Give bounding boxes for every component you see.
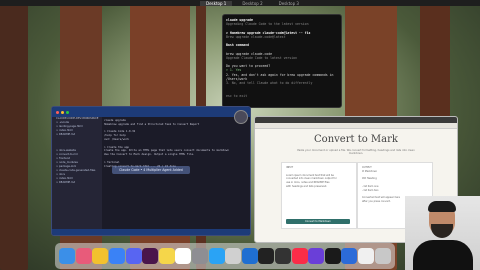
- safari-icon[interactable]: [208, 248, 225, 264]
- finder-icon[interactable]: [59, 248, 76, 264]
- vscode-explorer: CLAUDE-CODE-DEV-WORKSPACE > .vscode > la…: [52, 117, 102, 229]
- quicktime-icon[interactable]: [324, 248, 341, 264]
- terminal-window[interactable]: claude upgrade Upgrading Claude Code to …: [222, 14, 342, 108]
- preview-icon[interactable]: [225, 248, 242, 264]
- presenter-body: [413, 240, 473, 270]
- panel-line: with headings and lists preserved.: [286, 184, 328, 188]
- vscode-statusbar: [52, 229, 250, 235]
- agent-notification: Claude Code • 4 Multiplier Agent Added: [112, 166, 190, 174]
- chrome-icon[interactable]: [92, 248, 109, 264]
- maximize-icon[interactable]: [66, 110, 69, 114]
- calendar-icon[interactable]: [175, 248, 192, 264]
- tree-trunk: [0, 0, 28, 270]
- trash-icon[interactable]: [374, 248, 391, 264]
- discord-icon[interactable]: [125, 248, 142, 264]
- presenter-beard: [431, 224, 453, 238]
- space-tab-1[interactable]: Desktop 1: [200, 0, 233, 6]
- address-bar[interactable]: [255, 123, 457, 129]
- avatar[interactable]: [234, 110, 248, 124]
- page-title: Convert to Mark: [314, 134, 398, 145]
- minimize-icon[interactable]: [61, 110, 64, 114]
- launchpad-icon[interactable]: [75, 248, 92, 264]
- screen-record-icon[interactable]: [308, 248, 325, 264]
- dock: [55, 243, 395, 269]
- vscode-icon[interactable]: [241, 248, 258, 264]
- vscode-titlebar: [52, 107, 250, 117]
- slack-icon[interactable]: [142, 248, 159, 264]
- settings-icon[interactable]: [192, 248, 209, 264]
- terminal-icon[interactable]: [258, 248, 275, 264]
- presenter-hair: [428, 201, 456, 212]
- terminal-output: claude upgrade Upgrading Claude Code to …: [223, 15, 341, 98]
- mission-control-bar: Desktop 1 Desktop 2 Desktop 3: [0, 0, 480, 6]
- terminal-line: esc to exit: [226, 93, 248, 98]
- mail-icon[interactable]: [109, 248, 126, 264]
- music-icon[interactable]: [291, 248, 308, 264]
- unity-icon[interactable]: [357, 248, 374, 264]
- explorer-item[interactable]: > README.md: [52, 181, 102, 185]
- page-subtitle: Paste your document or upload a file. We…: [297, 149, 415, 155]
- input-panel[interactable]: INPUT Lorem ipsum document text that wil…: [281, 162, 357, 229]
- notes-icon[interactable]: [158, 248, 175, 264]
- capture-icon[interactable]: [341, 248, 358, 264]
- audio-icon[interactable]: [275, 248, 292, 264]
- space-tab-2[interactable]: Desktop 2: [236, 1, 268, 6]
- convert-button[interactable]: Convert to Markdown: [286, 219, 350, 224]
- space-tab-3[interactable]: Desktop 3: [273, 1, 305, 6]
- input-text: INPUT Lorem ipsum document text that wil…: [282, 163, 356, 189]
- webcam-overlay: [405, 196, 480, 270]
- close-icon[interactable]: [56, 110, 59, 114]
